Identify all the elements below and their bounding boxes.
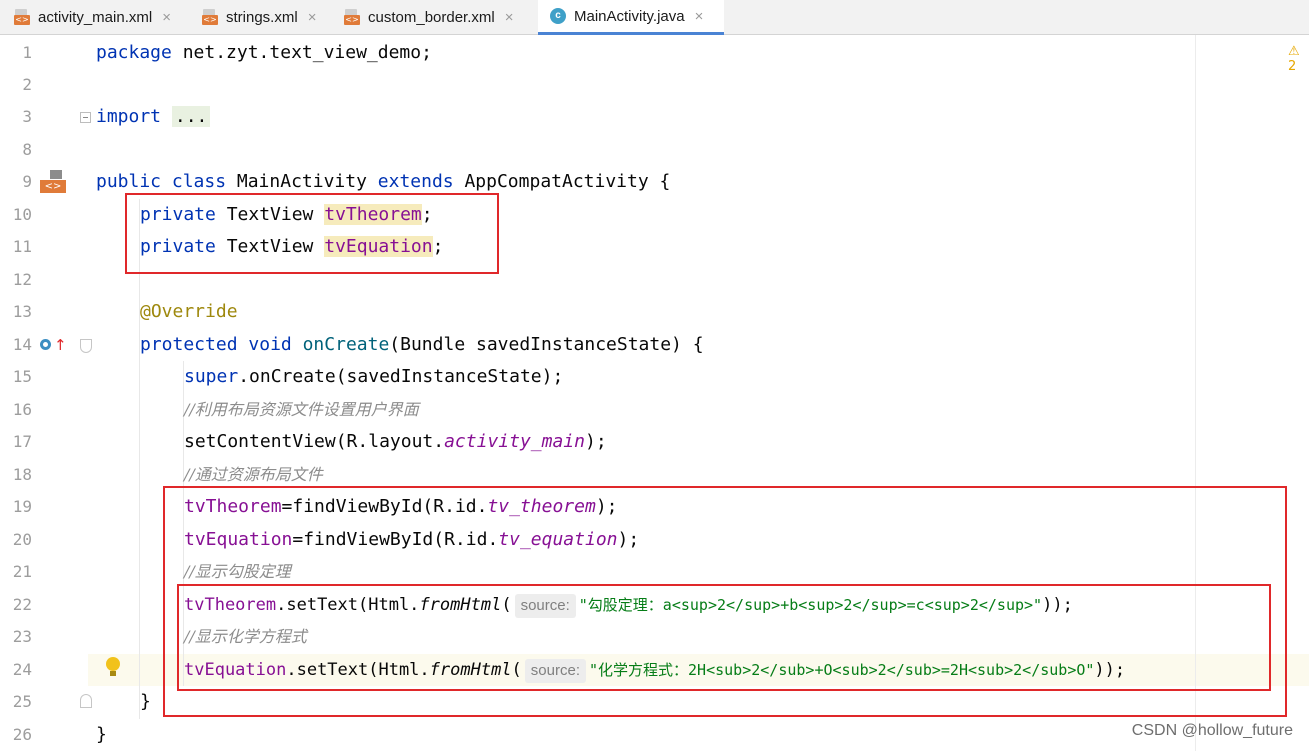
resource-id: activity_main	[444, 431, 585, 452]
highlight-box-settext	[177, 584, 1271, 691]
code-text: }	[96, 724, 107, 745]
tab-activity-main-xml[interactable]: activity_main.xml ×	[8, 0, 194, 34]
line-number: 20	[12, 530, 32, 549]
code-line-14[interactable]: protected void onCreate(Bundle savedInst…	[140, 329, 704, 361]
tab-label: MainActivity.java	[574, 7, 685, 25]
tab-label: activity_main.xml	[38, 8, 153, 26]
android-layout-icon[interactable]: <>	[40, 170, 66, 194]
keyword: import	[96, 106, 162, 127]
line-number: 16	[12, 400, 32, 419]
code-text: AppCompatActivity {	[453, 171, 671, 192]
line-number: 14	[12, 335, 32, 354]
code-line-26[interactable]: }	[96, 719, 107, 751]
code-line-15[interactable]: super.onCreate(savedInstanceState);	[184, 361, 563, 393]
line-number: 12	[12, 270, 32, 289]
override-method-icon[interactable]: ↑	[40, 336, 67, 354]
line-number: 25	[12, 692, 32, 711]
keyword: protected	[140, 334, 238, 355]
keyword: public class	[96, 171, 227, 192]
fold-expand-icon[interactable]	[80, 112, 91, 123]
line-number: 24	[12, 660, 32, 679]
xml-file-icon	[14, 9, 30, 25]
line-number: 1	[22, 43, 32, 62]
keyword: super	[184, 366, 239, 387]
line-number: 22	[12, 595, 32, 614]
line-number: 3	[22, 107, 32, 126]
editor-tab-bar: activity_main.xml × strings.xml × custom…	[0, 0, 1309, 35]
close-icon[interactable]: ×	[162, 9, 171, 26]
fold-end-icon[interactable]	[80, 694, 92, 708]
close-icon[interactable]: ×	[308, 9, 317, 26]
code-text: (Bundle savedInstanceState) {	[389, 334, 704, 355]
code-text: setContentView(R.layout.	[184, 431, 445, 452]
xml-file-icon	[344, 9, 360, 25]
line-number: 17	[12, 432, 32, 451]
line-number: 11	[12, 237, 32, 256]
tab-label: custom_border.xml	[368, 8, 495, 26]
code-text: }	[140, 691, 151, 712]
keyword: extends	[377, 171, 454, 192]
line-number: 26	[12, 725, 32, 744]
code-line-17[interactable]: setContentView(R.layout.activity_main);	[184, 426, 607, 458]
lightbulb-icon[interactable]	[105, 657, 121, 679]
line-number: 9	[22, 172, 32, 191]
code-line-1[interactable]: package net.zyt.text_view_demo;	[96, 37, 432, 69]
line-number: 15	[12, 367, 32, 386]
watermark: CSDN @hollow_future	[1131, 722, 1293, 739]
folded-imports[interactable]: ...	[171, 106, 211, 127]
java-class-icon: c	[550, 8, 566, 24]
line-number: 19	[12, 497, 32, 516]
line-number: 23	[12, 627, 32, 646]
tab-mainactivity-java[interactable]: c MainActivity.java ×	[538, 0, 724, 35]
close-icon[interactable]: ×	[505, 9, 514, 26]
keyword: void	[248, 334, 292, 355]
line-number: 13	[12, 302, 32, 321]
xml-file-icon	[202, 9, 218, 25]
keyword: package	[96, 42, 172, 63]
warning-icon[interactable]: ⚠ 2	[1288, 44, 1309, 74]
code-line-16[interactable]: //利用布局资源文件设置用户界面	[184, 394, 419, 426]
code-line-13[interactable]: @Override	[140, 296, 238, 328]
comment: //利用布局资源文件设置用户界面	[184, 400, 419, 419]
annotation: @Override	[140, 301, 238, 322]
fold-collapse-icon[interactable]	[80, 339, 92, 353]
code-line-25[interactable]: }	[140, 686, 151, 718]
code-text: .onCreate(savedInstanceState);	[238, 366, 564, 387]
line-number: 8	[22, 140, 32, 159]
highlight-box-fields	[125, 193, 499, 274]
close-icon[interactable]: ×	[695, 8, 704, 25]
tab-custom-border-xml[interactable]: custom_border.xml ×	[338, 0, 534, 34]
tab-label: strings.xml	[226, 8, 298, 26]
line-number: 18	[12, 465, 32, 484]
class-name: MainActivity	[226, 171, 378, 192]
method-name: onCreate	[302, 334, 390, 355]
line-number: 10	[12, 205, 32, 224]
line-number: 2	[22, 75, 32, 94]
tab-strings-xml[interactable]: strings.xml ×	[196, 0, 336, 34]
code-line-3[interactable]: import ...	[96, 101, 211, 133]
line-number: 21	[12, 562, 32, 581]
comment: //通过资源布局文件	[184, 465, 323, 484]
code-text: );	[584, 431, 607, 452]
indent-guide	[139, 199, 140, 719]
code-text: net.zyt.text_view_demo;	[171, 42, 432, 63]
